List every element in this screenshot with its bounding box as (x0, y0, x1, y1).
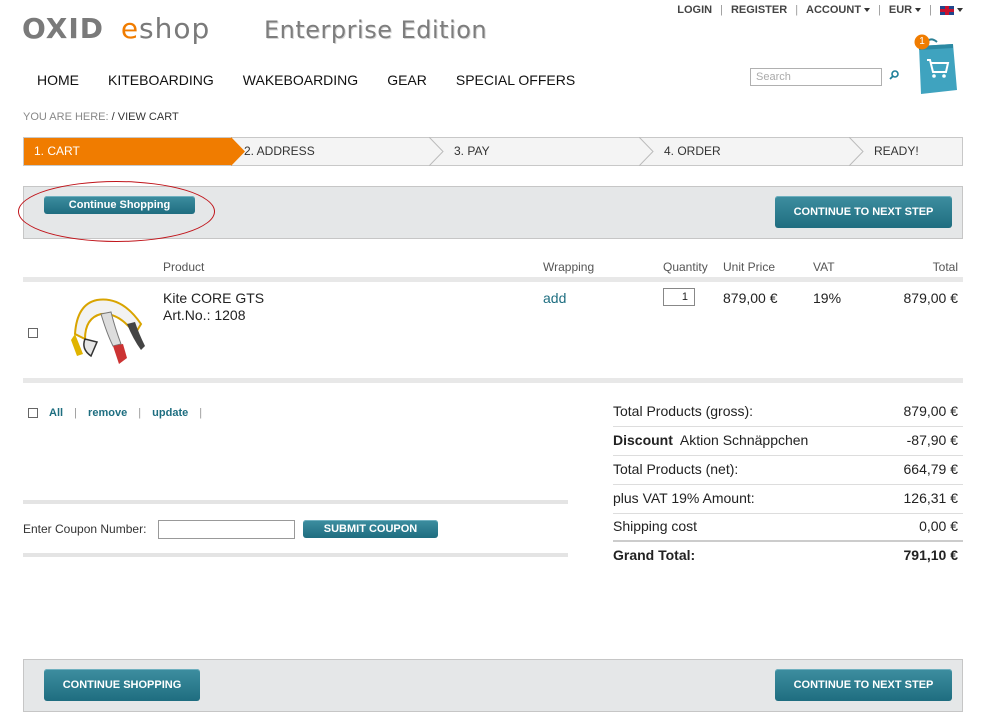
coupon-label: Enter Coupon Number: (23, 522, 147, 536)
logo-e-text: e (120, 12, 140, 45)
table-divider (23, 277, 963, 282)
total-gross-label: Total Products (gross): (613, 403, 754, 419)
list-actions: All | remove | update | (49, 407, 203, 419)
add-wrapping-link[interactable]: add (543, 290, 566, 306)
step-address[interactable]: 2. ADDRESS (244, 138, 315, 165)
currency-menu[interactable]: EUR (888, 4, 922, 16)
shipping-value: 0,00 € (919, 518, 958, 534)
logo-oxid-text: OXID (22, 12, 105, 45)
shipping-label: Shipping cost (613, 518, 698, 534)
language-menu[interactable] (940, 4, 963, 16)
remove-link[interactable]: remove (88, 407, 127, 419)
nav-home[interactable]: HOME (37, 72, 79, 88)
vat-amount-label: plus VAT 19% Amount: (613, 490, 755, 506)
step-pay[interactable]: 3. PAY (454, 138, 490, 165)
coupon-input[interactable] (158, 520, 295, 539)
select-all-link[interactable]: All (49, 407, 63, 419)
col-header-vat: VAT (813, 260, 835, 274)
total-net-row: Total Products (net): 664,79 € (613, 456, 963, 485)
row-total: 879,00 € (903, 290, 959, 306)
account-label: ACCOUNT (806, 4, 862, 16)
product-name[interactable]: Kite CORE GTS (163, 290, 264, 306)
search-icon[interactable] (889, 70, 899, 80)
coupon-divider (23, 553, 568, 557)
vat-amount-value: 126,31 € (903, 490, 959, 506)
step-ready: READY! (874, 144, 919, 158)
grand-total-value: 791,10 € (903, 547, 959, 563)
discount-value: -87,90 € (906, 432, 958, 448)
total-net-label: Total Products (net): (613, 461, 739, 477)
annotation-ellipse (18, 181, 215, 242)
submit-coupon-button[interactable]: SUBMIT COUPON (303, 520, 438, 538)
product-artno: Art.No.: 1208 (163, 307, 246, 323)
step-arrow-icon (639, 137, 654, 166)
step-order[interactable]: 4. ORDER (664, 138, 721, 165)
step-arrow-icon (231, 137, 245, 166)
uk-flag-icon (940, 5, 954, 15)
continue-shopping-bottom-button[interactable]: CONTINUE SHOPPING (44, 669, 200, 701)
chevron-down-icon (957, 8, 963, 13)
grand-total-row: Grand Total: 791,10 € (613, 542, 963, 571)
breadcrumb-separator: / (111, 111, 115, 123)
product-thumbnail[interactable] (67, 294, 147, 369)
update-link[interactable]: update (152, 407, 188, 419)
quantity-input[interactable]: 1 (663, 288, 695, 306)
breadcrumb: YOU ARE HERE: / VIEW CART (23, 111, 179, 123)
logo[interactable]: OXID eshop (22, 12, 210, 45)
account-menu[interactable]: ACCOUNT (806, 4, 871, 16)
logo-shop-text: shop (139, 12, 211, 45)
coupon-divider (23, 500, 568, 504)
cart-count-badge: 1 (919, 36, 925, 47)
col-header-unit-price: Unit Price (723, 260, 776, 274)
nav-wakeboarding[interactable]: WAKEBOARDING (243, 72, 358, 88)
chevron-down-icon (864, 8, 871, 13)
col-header-quantity: Quantity (663, 260, 708, 274)
nav-special-offers[interactable]: SPECIAL OFFERS (456, 72, 575, 88)
bottom-action-bar: CONTINUE SHOPPING CONTINUE TO NEXT STEP (23, 659, 963, 712)
edition-label: Enterprise Edition (264, 16, 488, 44)
chevron-down-icon (915, 8, 922, 13)
discount-name: Aktion Schnäppchen (679, 432, 809, 448)
col-header-product: Product (163, 260, 205, 274)
breadcrumb-current: VIEW CART (117, 111, 179, 123)
register-link[interactable]: REGISTER (731, 4, 787, 16)
continue-next-step-button[interactable]: CONTINUE TO NEXT STEP (775, 196, 952, 228)
select-item-checkbox[interactable] (28, 328, 38, 338)
col-header-total: Total (932, 260, 958, 274)
nav-kiteboarding[interactable]: KITEBOARDING (108, 72, 214, 88)
step-arrow-icon (429, 137, 444, 166)
table-row: Kite CORE GTS Art.No.: 1208 add 879,00 €… (23, 284, 963, 376)
grand-total-label: Grand Total: (613, 547, 696, 563)
discount-row: Discount Aktion Schnäppchen -87,90 € (613, 427, 963, 456)
step-arrow-icon (849, 137, 864, 166)
discount-label: Discount (613, 432, 673, 448)
checkout-steps: 1. CART 2. ADDRESS 3. PAY 4. ORDER READY… (23, 137, 963, 166)
select-all-checkbox[interactable] (28, 408, 38, 418)
table-divider (23, 378, 963, 383)
total-gross-row: Total Products (gross): 879,00 € (613, 398, 963, 427)
login-link[interactable]: LOGIN (677, 4, 712, 16)
step-cart: 1. CART (24, 138, 232, 165)
shipping-row: Shipping cost 0,00 € (613, 513, 963, 542)
vat-amount-row: plus VAT 19% Amount: 126,31 € (613, 485, 963, 514)
nav-gear[interactable]: GEAR (387, 72, 427, 88)
search-input[interactable]: Search (750, 68, 882, 86)
total-net-value: 664,79 € (903, 461, 959, 477)
continue-next-step-bottom-button[interactable]: CONTINUE TO NEXT STEP (775, 669, 952, 701)
total-gross-value: 879,00 € (903, 403, 959, 419)
main-navigation: HOME KITEBOARDING WAKEBOARDING GEAR SPEC… (37, 72, 604, 88)
top-navigation: LOGIN | REGISTER | ACCOUNT | EUR | (677, 4, 963, 16)
breadcrumb-prefix: YOU ARE HERE: (23, 111, 109, 123)
unit-price: 879,00 € (723, 290, 778, 306)
vat-rate: 19% (813, 290, 842, 306)
col-header-wrapping: Wrapping (543, 260, 595, 274)
currency-label: EUR (888, 4, 913, 16)
